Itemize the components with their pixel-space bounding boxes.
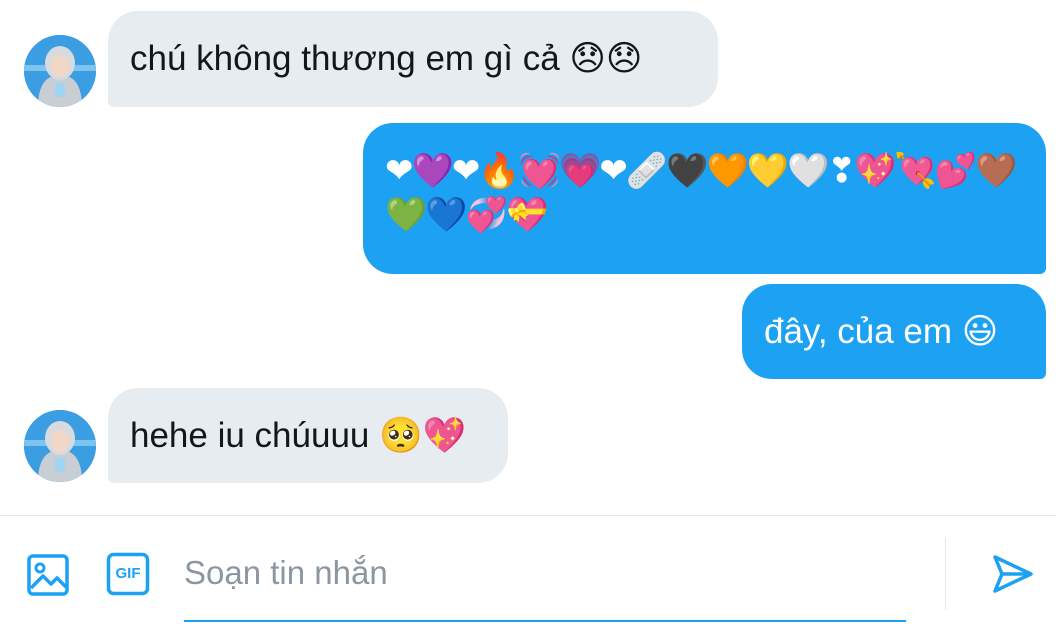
message-text: ❤💜❤🔥💓💗❤🩹🖤🧡💛🤍❣💖💘💕🤎💚💙💞💝 bbox=[385, 152, 1017, 234]
outgoing-message-bubble[interactable]: đây, của em 😃 bbox=[742, 284, 1046, 379]
contact-avatar[interactable] bbox=[24, 410, 96, 482]
message-text: đây, của em 😃 bbox=[764, 312, 999, 351]
message-text: hehe iu chúuuu 🥺💖 bbox=[130, 416, 467, 455]
message-input-placeholder: Soạn tin nhắn bbox=[184, 554, 388, 591]
message-text: chú không thương em gì cả 😞😞 bbox=[130, 39, 643, 78]
image-icon[interactable] bbox=[26, 553, 70, 597]
contact-avatar[interactable] bbox=[24, 35, 96, 107]
gif-label: GIF bbox=[115, 565, 141, 582]
dm-conversation-screen: chú không thương em gì cả 😞😞 ❤💜❤🔥💓💗❤🩹🖤🧡💛… bbox=[0, 0, 1056, 624]
message-composer: GIF Soạn tin nhắn bbox=[0, 515, 1056, 624]
message-input[interactable]: Soạn tin nhắn bbox=[184, 538, 906, 622]
incoming-message-bubble[interactable]: chú không thương em gì cả 😞😞 bbox=[108, 11, 718, 107]
outgoing-message-bubble[interactable]: ❤💜❤🔥💓💗❤🩹🖤🧡💛🤍❣💖💘💕🤎💚💙💞💝 bbox=[363, 123, 1046, 274]
send-icon[interactable] bbox=[992, 553, 1034, 595]
gif-button[interactable]: GIF bbox=[106, 552, 150, 596]
incoming-message-bubble[interactable]: hehe iu chúuuu 🥺💖 bbox=[108, 388, 508, 483]
composer-divider bbox=[945, 538, 946, 610]
